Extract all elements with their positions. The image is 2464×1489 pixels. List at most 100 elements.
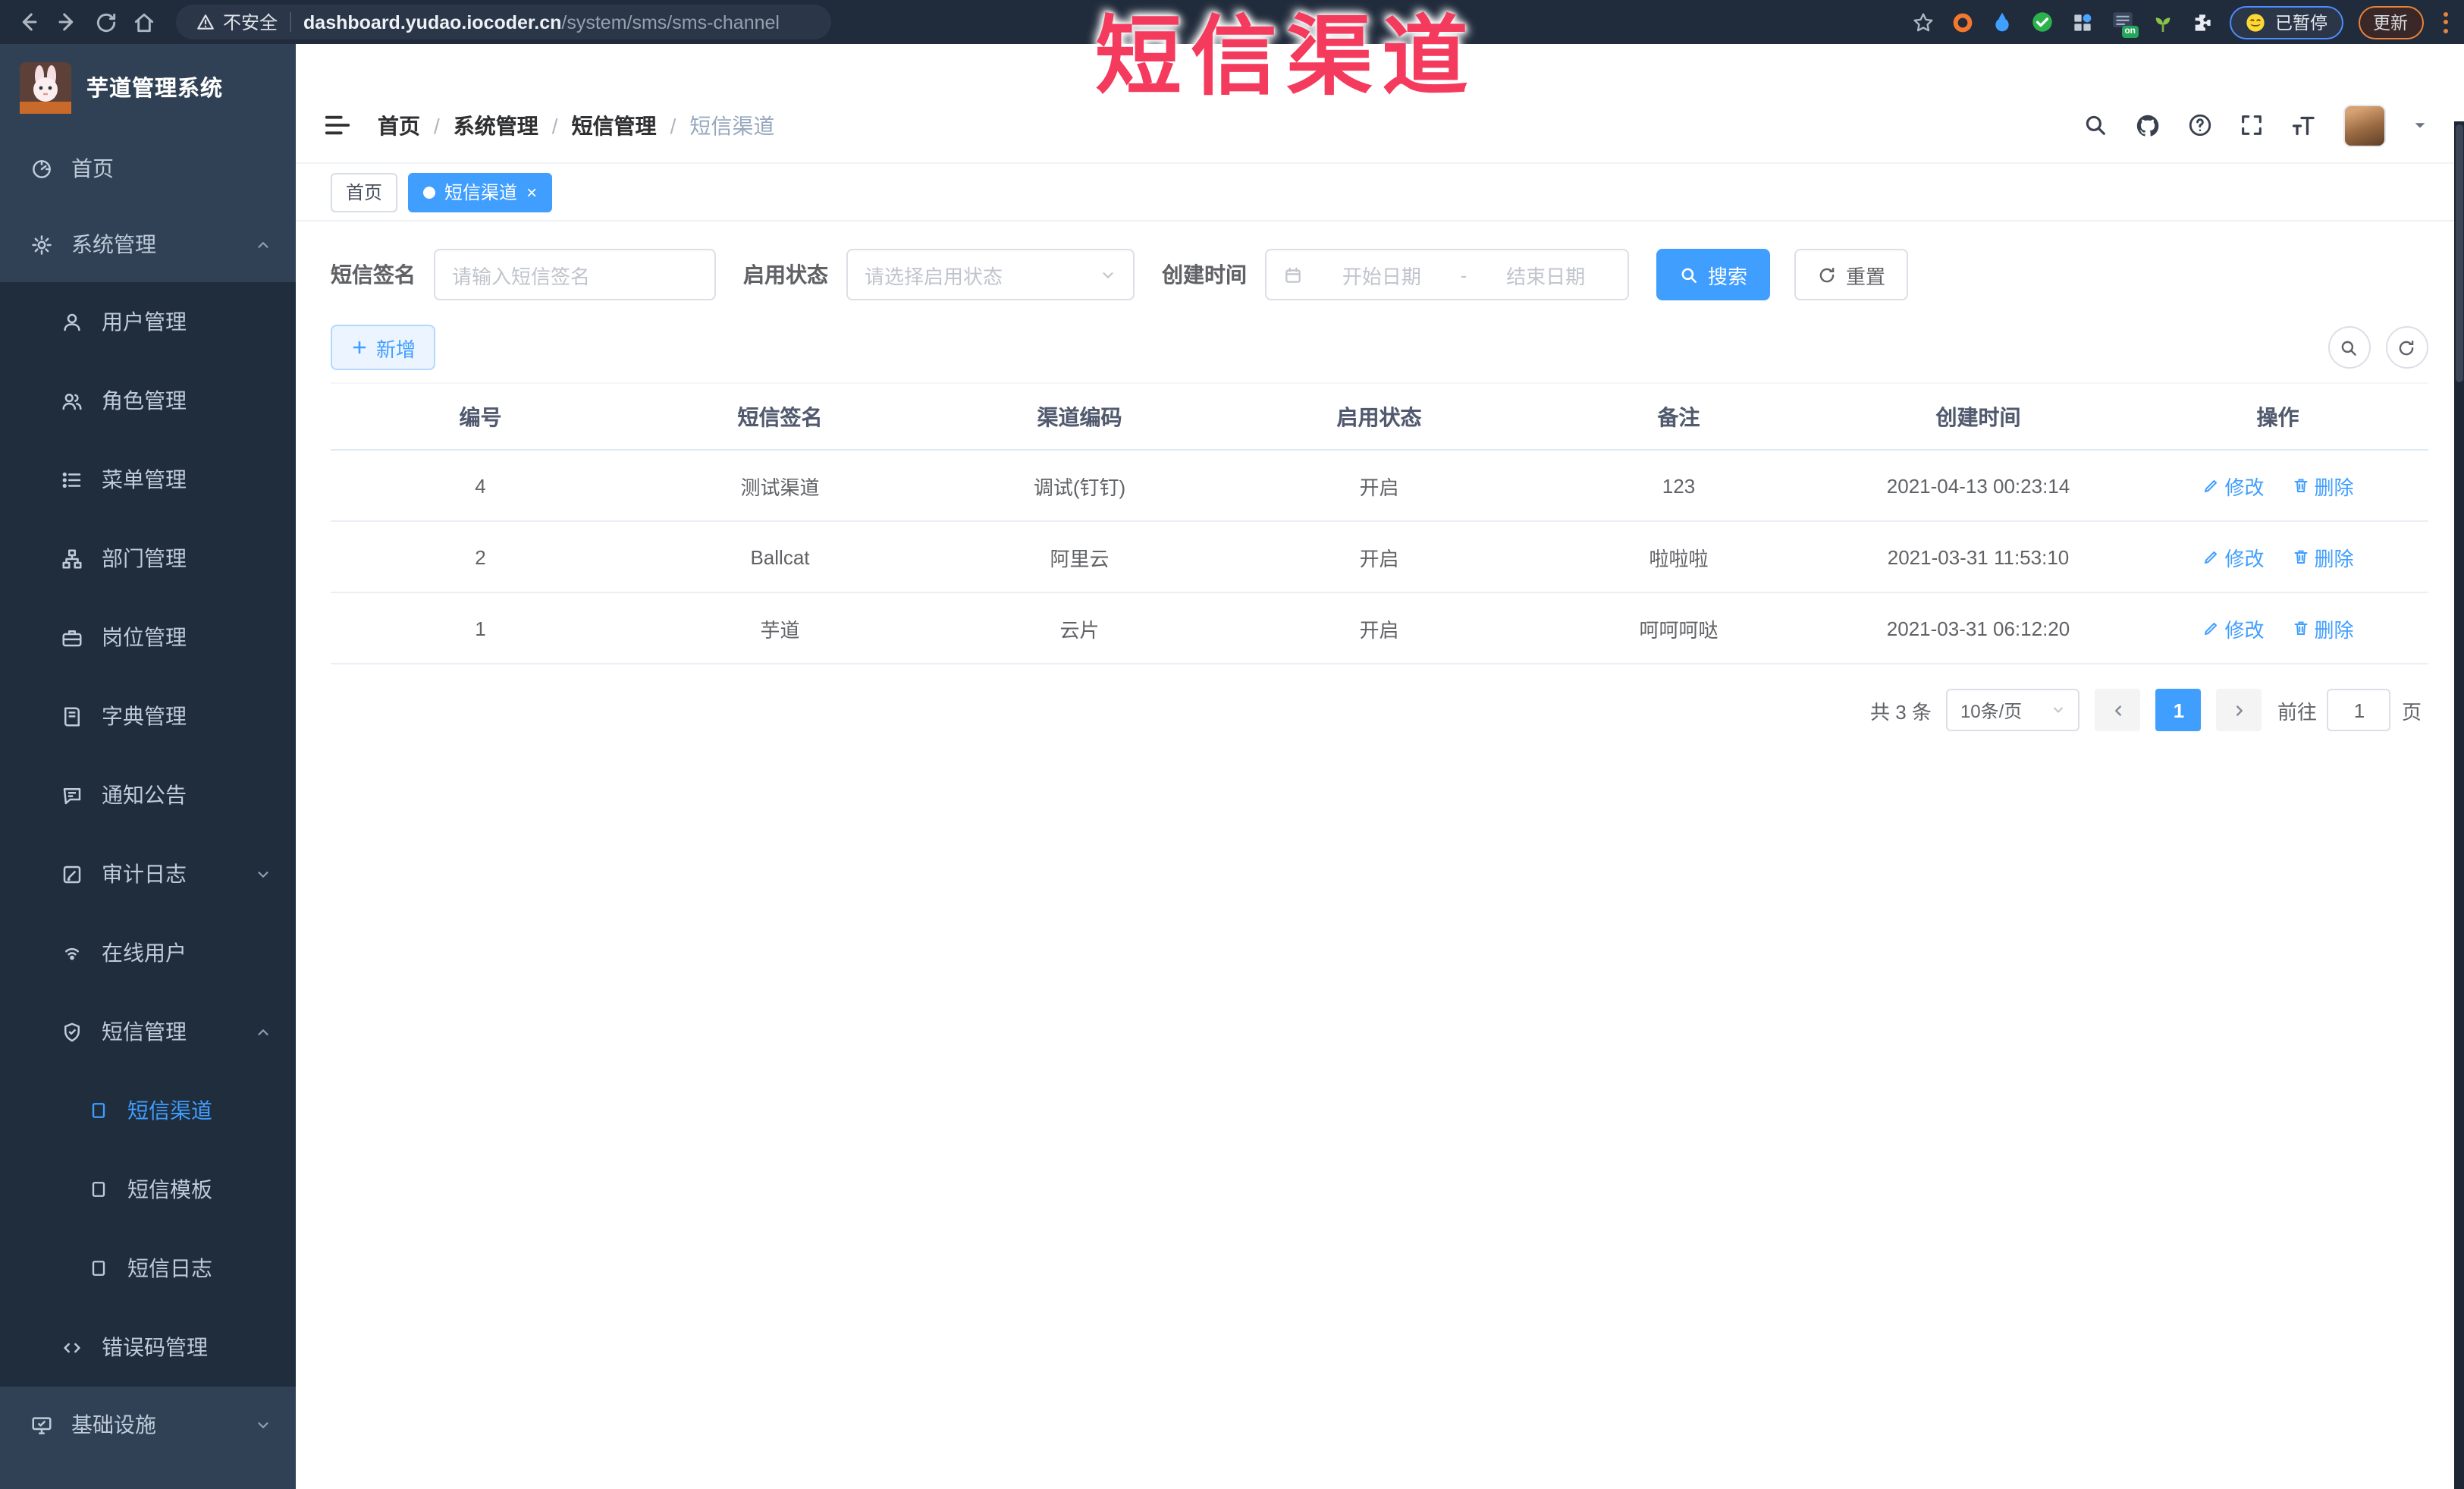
cell-code: 云片: [930, 592, 1229, 664]
extension-orange-ring-icon[interactable]: [1951, 10, 1975, 34]
sidebar-item-label: 短信渠道: [127, 1098, 212, 1123]
book-icon: [64, 706, 80, 726]
sidebar-item-posts[interactable]: 岗位管理: [0, 598, 296, 677]
main-area: 首页 / 系统管理 / 短信管理 / 短信渠道 首页 短信渠道 × 短信签名 请…: [296, 88, 2464, 731]
status-select[interactable]: 请选择启用状态: [846, 249, 1135, 300]
sidebar-item-error-codes[interactable]: 错误码管理: [0, 1308, 296, 1387]
add-button[interactable]: 新增: [331, 325, 436, 370]
bookmark-star-icon[interactable]: [1911, 10, 1935, 34]
breadcrumb-sms[interactable]: 短信管理: [572, 110, 657, 140]
delete-link[interactable]: 删除: [2292, 542, 2354, 571]
paused-extension-pill[interactable]: 已暂停: [2230, 5, 2343, 39]
edit-link[interactable]: 修改: [2202, 542, 2265, 571]
edit-link[interactable]: 修改: [2202, 614, 2265, 642]
page-button-1[interactable]: 1: [2155, 689, 2202, 731]
prev-page-button[interactable]: [2095, 689, 2141, 731]
github-icon[interactable]: [2133, 112, 2161, 139]
scrollbar-thumb[interactable]: [2455, 124, 2462, 382]
plus-icon: [353, 341, 366, 354]
cell-id: 1: [331, 592, 630, 664]
sidebar-item-depts[interactable]: 部门管理: [0, 519, 296, 598]
reset-button[interactable]: 重置: [1794, 249, 1909, 300]
goto-page-input[interactable]: 1: [2327, 689, 2391, 731]
sidebar-item-menus[interactable]: 菜单管理: [0, 440, 296, 519]
extension-blue-drop-icon[interactable]: [1990, 10, 2014, 34]
sidebar-menu: 首页 系统管理 用户管理 角色管理 菜单管理 部门管理 岗位管理 字典管理 通知…: [0, 130, 296, 1462]
col-code: 渠道编码: [930, 383, 1229, 451]
time-label: 创建时间: [1162, 262, 1247, 287]
extension-puzzle-icon[interactable]: [2190, 10, 2214, 34]
app-logo-row[interactable]: 芋道管理系统: [0, 44, 296, 130]
table-row: 4 测试渠道 调试(钉钉) 开启 123 2021-04-13 00:23:14…: [331, 450, 2428, 522]
cell-id: 2: [331, 521, 630, 593]
delete-link[interactable]: 删除: [2292, 614, 2354, 642]
breadcrumb: 首页 / 系统管理 / 短信管理 / 短信渠道: [378, 110, 774, 140]
extension-on-badge[interactable]: on: [2110, 9, 2139, 38]
tag-sms-channel[interactable]: 短信渠道 ×: [408, 172, 553, 212]
security-warning-label: 不安全: [223, 12, 278, 33]
address-bar[interactable]: 不安全 dashboard.yudao.iocoder.cn/system/sm…: [176, 5, 831, 39]
sidebar-item-label: 部门管理: [102, 546, 187, 570]
sidebar-item-dicts[interactable]: 字典管理: [0, 677, 296, 755]
browser-menu-kebab-icon[interactable]: [2438, 11, 2452, 33]
back-icon[interactable]: [15, 9, 41, 35]
tag-home[interactable]: 首页: [331, 172, 398, 212]
laughing-emoji-icon: [2246, 13, 2265, 31]
audit-log-icon: [63, 865, 81, 883]
sidebar-item-sms-template[interactable]: 短信模板: [0, 1150, 296, 1229]
paused-badge-label: 已暂停: [2275, 14, 2327, 33]
browser-update-button[interactable]: 更新: [2358, 5, 2423, 39]
reload-icon[interactable]: [94, 10, 118, 34]
breadcrumb-separator: /: [670, 113, 676, 137]
toggle-search-button[interactable]: [2327, 326, 2370, 369]
date-range-picker[interactable]: 开始日期 - 结束日期: [1265, 249, 1629, 300]
extension-green-check-icon[interactable]: [2029, 9, 2055, 35]
caret-down-icon[interactable]: [2411, 117, 2428, 134]
browser-scrollbar[interactable]: [2453, 121, 2464, 1489]
refresh-table-button[interactable]: [2385, 326, 2428, 369]
home-icon[interactable]: [132, 10, 156, 34]
sidebar-item-sms[interactable]: 短信管理: [0, 992, 296, 1071]
sidebar-item-system[interactable]: 系统管理: [0, 206, 296, 282]
extension-grid-icon[interactable]: [2070, 10, 2095, 34]
sidebar-item-infra[interactable]: 基础设施: [0, 1387, 296, 1462]
sidebar-item-label: 短信日志: [127, 1256, 212, 1280]
sign-input[interactable]: 请输入短信签名: [434, 249, 716, 300]
page-size-value: 10条/页: [1960, 700, 2023, 721]
next-page-button[interactable]: [2216, 689, 2262, 731]
delete-link[interactable]: 删除: [2292, 471, 2354, 500]
extension-sprout-icon[interactable]: [2151, 10, 2175, 34]
sidebar-item-sms-channel[interactable]: 短信渠道: [0, 1071, 296, 1150]
sidebar-item-roles[interactable]: 角色管理: [0, 361, 296, 440]
close-icon[interactable]: ×: [526, 183, 537, 201]
cell-code: 阿里云: [930, 521, 1229, 593]
security-warning[interactable]: 不安全: [196, 9, 278, 35]
goto-label: 前往: [2277, 700, 2317, 723]
sidebar-item-label: 基础设施: [71, 1412, 156, 1437]
table-header-row: 编号 短信签名 渠道编码 启用状态 备注 创建时间 操作: [331, 383, 2428, 451]
cell-id: 4: [331, 450, 630, 522]
edit-link[interactable]: 修改: [2202, 471, 2265, 500]
forward-icon[interactable]: [55, 9, 80, 35]
search-button[interactable]: 搜索: [1656, 249, 1771, 300]
sidebar-item-sms-log[interactable]: 短信日志: [0, 1229, 296, 1308]
doc-icon: [92, 1182, 105, 1197]
search-icon[interactable]: [2082, 112, 2108, 138]
sidebar-item-audit-logs[interactable]: 审计日志: [0, 834, 296, 913]
pencil-icon: [2204, 551, 2217, 564]
hamburger-icon[interactable]: [323, 111, 352, 140]
sidebar-item-notices[interactable]: 通知公告: [0, 755, 296, 834]
breadcrumb-home[interactable]: 首页: [378, 110, 420, 140]
fullscreen-icon[interactable]: [2238, 112, 2264, 138]
font-size-icon[interactable]: [2290, 112, 2317, 139]
edit-label: 修改: [2224, 476, 2265, 498]
help-icon[interactable]: [2186, 112, 2212, 138]
page-size-select[interactable]: 10条/页: [1946, 689, 2080, 731]
sidebar-item-home[interactable]: 首页: [0, 130, 296, 206]
user-avatar[interactable]: [2343, 104, 2385, 146]
sidebar: 芋道管理系统 首页 系统管理 用户管理 角色管理 菜单管理 部门管理 岗位管理 …: [0, 44, 296, 1489]
sidebar-item-label: 用户管理: [102, 309, 187, 334]
breadcrumb-system[interactable]: 系统管理: [454, 110, 538, 140]
sidebar-item-online-users[interactable]: 在线用户: [0, 913, 296, 992]
sidebar-item-users[interactable]: 用户管理: [0, 282, 296, 361]
